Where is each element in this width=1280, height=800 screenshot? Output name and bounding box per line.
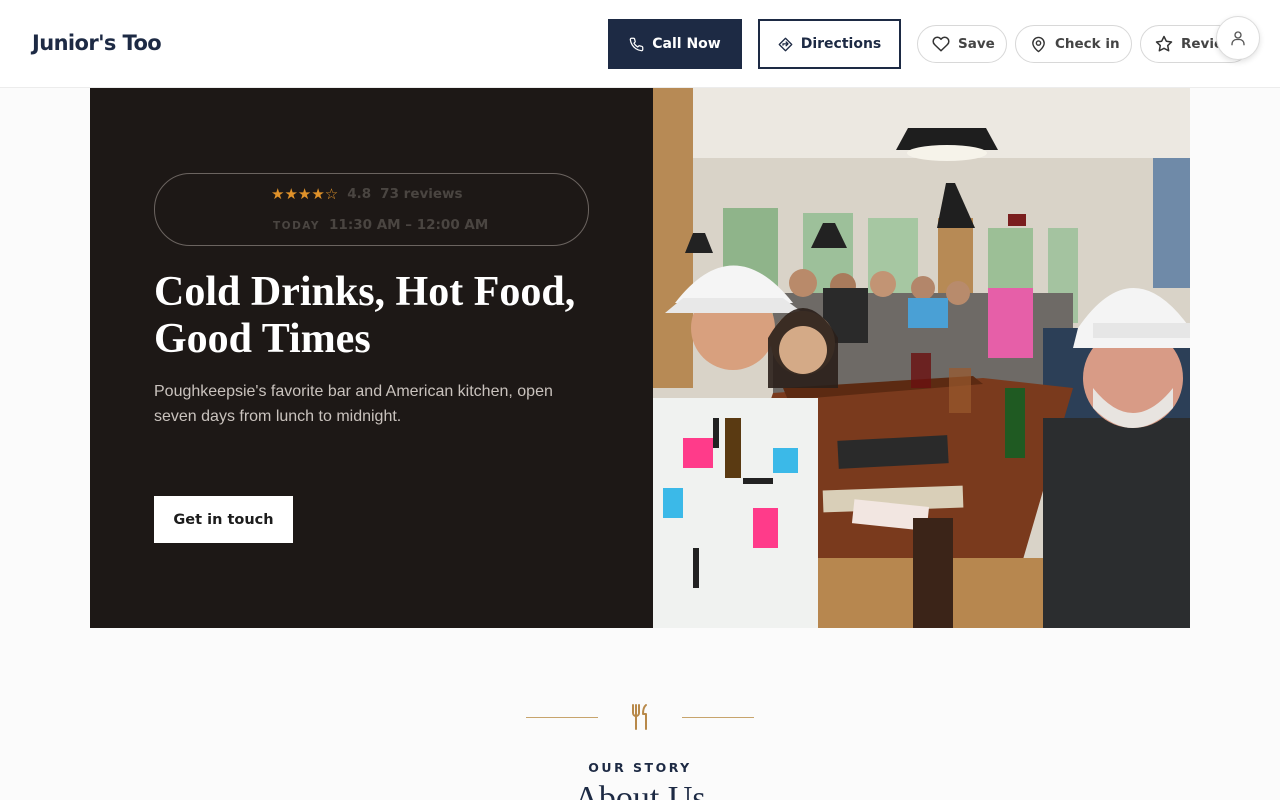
rating-row: ★★★★☆ 4.8 73 reviews xyxy=(271,185,463,203)
call-now-button[interactable]: Call Now xyxy=(608,19,742,69)
hero-title: Cold Drinks, Hot Food, Good Times xyxy=(154,269,576,362)
heart-icon xyxy=(932,35,950,53)
site-header: Junior's Too Call Now Directions Save Ch… xyxy=(0,0,1280,88)
map-pin-icon xyxy=(1030,36,1047,53)
divider-line-left xyxy=(526,717,598,718)
hours-value: 11:30 AM – 12:00 AM xyxy=(329,217,489,233)
save-button[interactable]: Save xyxy=(917,25,1007,63)
check-in-button[interactable]: Check in xyxy=(1015,25,1132,63)
account-avatar-button[interactable] xyxy=(1216,16,1260,60)
hero-photo xyxy=(653,88,1190,628)
today-label: TODAY xyxy=(273,220,321,232)
brand-name[interactable]: Junior's Too xyxy=(32,31,162,55)
directions-button[interactable]: Directions xyxy=(758,19,901,69)
call-now-label: Call Now xyxy=(652,36,721,52)
directions-label: Directions xyxy=(800,36,882,52)
user-icon xyxy=(1229,29,1247,47)
rating-hours-card: ★★★★☆ 4.8 73 reviews TODAY 11:30 AM – 12… xyxy=(154,173,589,246)
divider-line-right xyxy=(682,717,754,718)
hero-subtitle: Poughkeepsie's favorite bar and American… xyxy=(154,383,553,425)
star-icon xyxy=(1155,35,1173,53)
check-in-label: Check in xyxy=(1055,36,1120,52)
review-count[interactable]: 73 reviews xyxy=(380,186,462,202)
section-eyebrow: OUR STORY xyxy=(588,760,692,775)
rating-stars: ★★★★☆ xyxy=(271,185,339,203)
utensils-icon xyxy=(629,703,651,731)
phone-icon xyxy=(629,37,644,52)
rating-value: 4.8 xyxy=(347,186,372,202)
section-title: About Us xyxy=(574,780,706,800)
save-label: Save xyxy=(958,36,995,52)
hours-row: TODAY 11:30 AM – 12:00 AM xyxy=(273,217,488,233)
get-in-touch-button[interactable]: Get in touch xyxy=(154,496,293,543)
directions-icon xyxy=(778,37,793,52)
hero-section: ★★★★☆ 4.8 73 reviews TODAY 11:30 AM – 12… xyxy=(90,88,1190,628)
